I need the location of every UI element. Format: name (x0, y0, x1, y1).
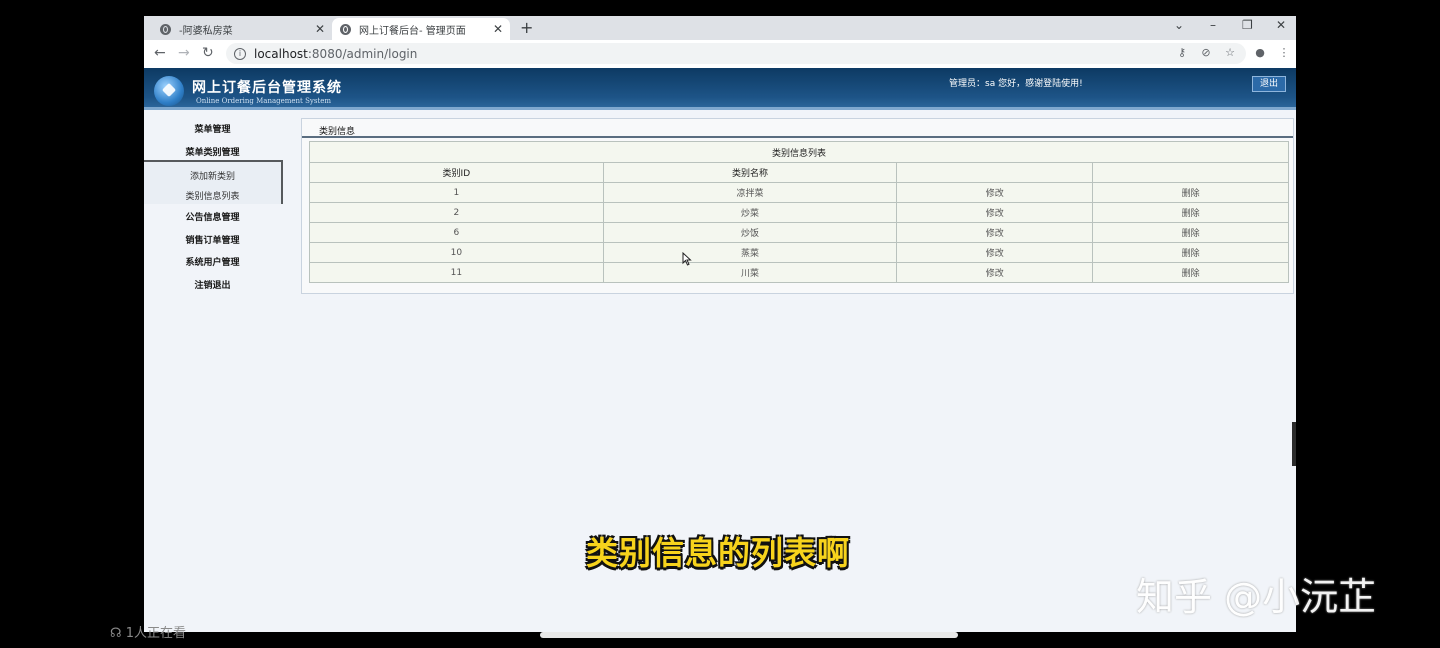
translate-icon[interactable]: ⊘ (1200, 47, 1212, 59)
sidebar-item-users[interactable]: 系统用户管理 (144, 255, 281, 268)
tab-admin[interactable]: 网上订餐后台- 管理页面 ✕ (332, 18, 510, 40)
delete-link[interactable]: 删除 (1092, 222, 1289, 243)
url-path: :8080/admin/login (307, 46, 418, 61)
submenu-item-add-category[interactable]: 添加新类别 (144, 169, 281, 182)
sidebar-item-notice[interactable]: 公告信息管理 (144, 210, 281, 223)
category-id: 1 (309, 182, 604, 203)
viewer-count: ☊ 1人正在看 (110, 622, 186, 641)
category-name: 炒饭 (602, 222, 898, 243)
panel-title: 类别信息 (319, 127, 356, 137)
close-tab-icon[interactable]: ✕ (490, 22, 506, 36)
sidebar-item-logout[interactable]: 注销退出 (144, 278, 281, 291)
category-id: 11 (309, 262, 604, 283)
table-row: 2 炒菜 修改 删除 (309, 202, 1289, 223)
column-header (1092, 162, 1289, 183)
category-name: 川菜 (602, 262, 898, 283)
tab-strip: -阿婆私房菜 ✕ 网上订餐后台- 管理页面 ✕ + ⌄ – ❐ ✕ (144, 16, 1296, 40)
edit-link[interactable]: 修改 (896, 222, 1094, 243)
viewers-icon: ☊ (110, 626, 122, 641)
tab-restaurant[interactable]: -阿婆私房菜 ✕ (152, 18, 332, 40)
zhihu-watermark: 知乎 @小沅芷 (1136, 575, 1377, 619)
sidebar-item-menu[interactable]: 菜单管理 (144, 122, 281, 135)
viewer-count-text: 1人正在看 (125, 626, 186, 641)
delete-link[interactable]: 删除 (1092, 262, 1289, 283)
mouse-cursor-icon (682, 252, 692, 266)
column-header: 类别名称 (602, 162, 898, 183)
site-info-icon[interactable]: i (234, 47, 246, 60)
edit-link[interactable]: 修改 (896, 202, 1094, 223)
category-id: 2 (309, 202, 604, 223)
star-icon[interactable]: ☆ (1224, 47, 1236, 59)
close-window-button[interactable]: ✕ (1276, 18, 1286, 32)
delete-link[interactable]: 删除 (1092, 182, 1289, 203)
restore-button[interactable]: ❐ (1242, 18, 1253, 32)
forward-icon[interactable]: → (178, 45, 190, 61)
app-title: 网上订餐后台管理系统 (192, 80, 342, 96)
table-row: 6 炒饭 修改 删除 (309, 222, 1289, 243)
table-row: 10 蒸菜 修改 删除 (309, 242, 1289, 263)
new-tab-button[interactable]: + (520, 18, 533, 37)
column-header (896, 162, 1094, 183)
key-icon[interactable]: ⚷ (1176, 47, 1188, 59)
sidebar-item-menu-category[interactable]: 菜单类别管理 (144, 145, 281, 158)
browser-toolbar: ← → ↻ i localhost:8080/admin/login ⚷ ⊘ ☆… (144, 40, 1296, 69)
delete-link[interactable]: 删除 (1092, 242, 1289, 263)
submenu-category: 添加新类别 类别信息列表 (144, 160, 283, 204)
tab-title: 网上订餐后台- 管理页面 (359, 25, 466, 37)
column-header: 类别ID (309, 162, 604, 183)
app-logo-icon (154, 76, 184, 106)
delete-link[interactable]: 删除 (1092, 202, 1289, 223)
table-caption-row: 类别信息列表 (309, 141, 1289, 163)
category-name: 炒菜 (602, 202, 898, 223)
minimize-button[interactable]: – (1210, 18, 1216, 32)
table-row: 1 凉拌菜 修改 删除 (309, 182, 1289, 203)
reload-icon[interactable]: ↻ (202, 45, 214, 61)
profile-icon[interactable]: ● (1254, 47, 1266, 59)
logout-button[interactable]: 退出 (1252, 76, 1286, 92)
address-bar[interactable]: i localhost:8080/admin/login (226, 43, 1246, 64)
tab-title: -阿婆私房菜 (179, 25, 233, 37)
category-id: 10 (309, 242, 604, 263)
submenu-item-category-list[interactable]: 类别信息列表 (144, 189, 281, 202)
header-stripe (144, 107, 1296, 110)
sidebar: 菜单管理 菜单类别管理 添加新类别 类别信息列表 公告信息管理 销售订单管理 系… (144, 112, 284, 612)
category-id: 6 (309, 222, 604, 243)
back-icon[interactable]: ← (154, 45, 166, 61)
category-name: 蒸菜 (602, 242, 898, 263)
table-caption: 类别信息列表 (309, 141, 1289, 163)
video-subtitle: 类别信息的列表啊 (586, 534, 851, 572)
url-host: localhost (254, 46, 308, 61)
category-name: 凉拌菜 (602, 182, 898, 203)
panel-header: 类别信息 (302, 119, 1293, 138)
home-indicator[interactable] (540, 632, 958, 638)
globe-icon (160, 23, 171, 35)
app-subtitle: Online Ordering Management System (196, 97, 332, 105)
app-header: 网上订餐后台管理系统 Online Ordering Management Sy… (144, 68, 1296, 110)
close-tab-icon[interactable]: ✕ (312, 22, 328, 36)
globe-icon (340, 23, 351, 35)
category-table: 类别信息列表 类别ID 类别名称 1 凉拌菜 修改 删除 2 炒菜 修改 删除 (309, 141, 1289, 283)
sidebar-item-orders[interactable]: 销售订单管理 (144, 233, 281, 246)
edit-link[interactable]: 修改 (896, 242, 1094, 263)
scroll-indicator (1292, 422, 1296, 466)
table-row: 11 川菜 修改 删除 (309, 262, 1289, 283)
edit-link[interactable]: 修改 (896, 262, 1094, 283)
table-header-row: 类别ID 类别名称 (309, 162, 1289, 183)
edit-link[interactable]: 修改 (896, 182, 1094, 203)
category-panel: 类别信息 类别信息列表 类别ID 类别名称 1 凉拌菜 修改 删除 2 炒菜 修… (301, 118, 1294, 294)
menu-icon[interactable]: ⋮ (1278, 47, 1290, 59)
user-greeting: 管理员：sa 您好，感谢登陆使用! (949, 79, 1083, 89)
tab-search-icon[interactable]: ⌄ (1174, 18, 1184, 32)
